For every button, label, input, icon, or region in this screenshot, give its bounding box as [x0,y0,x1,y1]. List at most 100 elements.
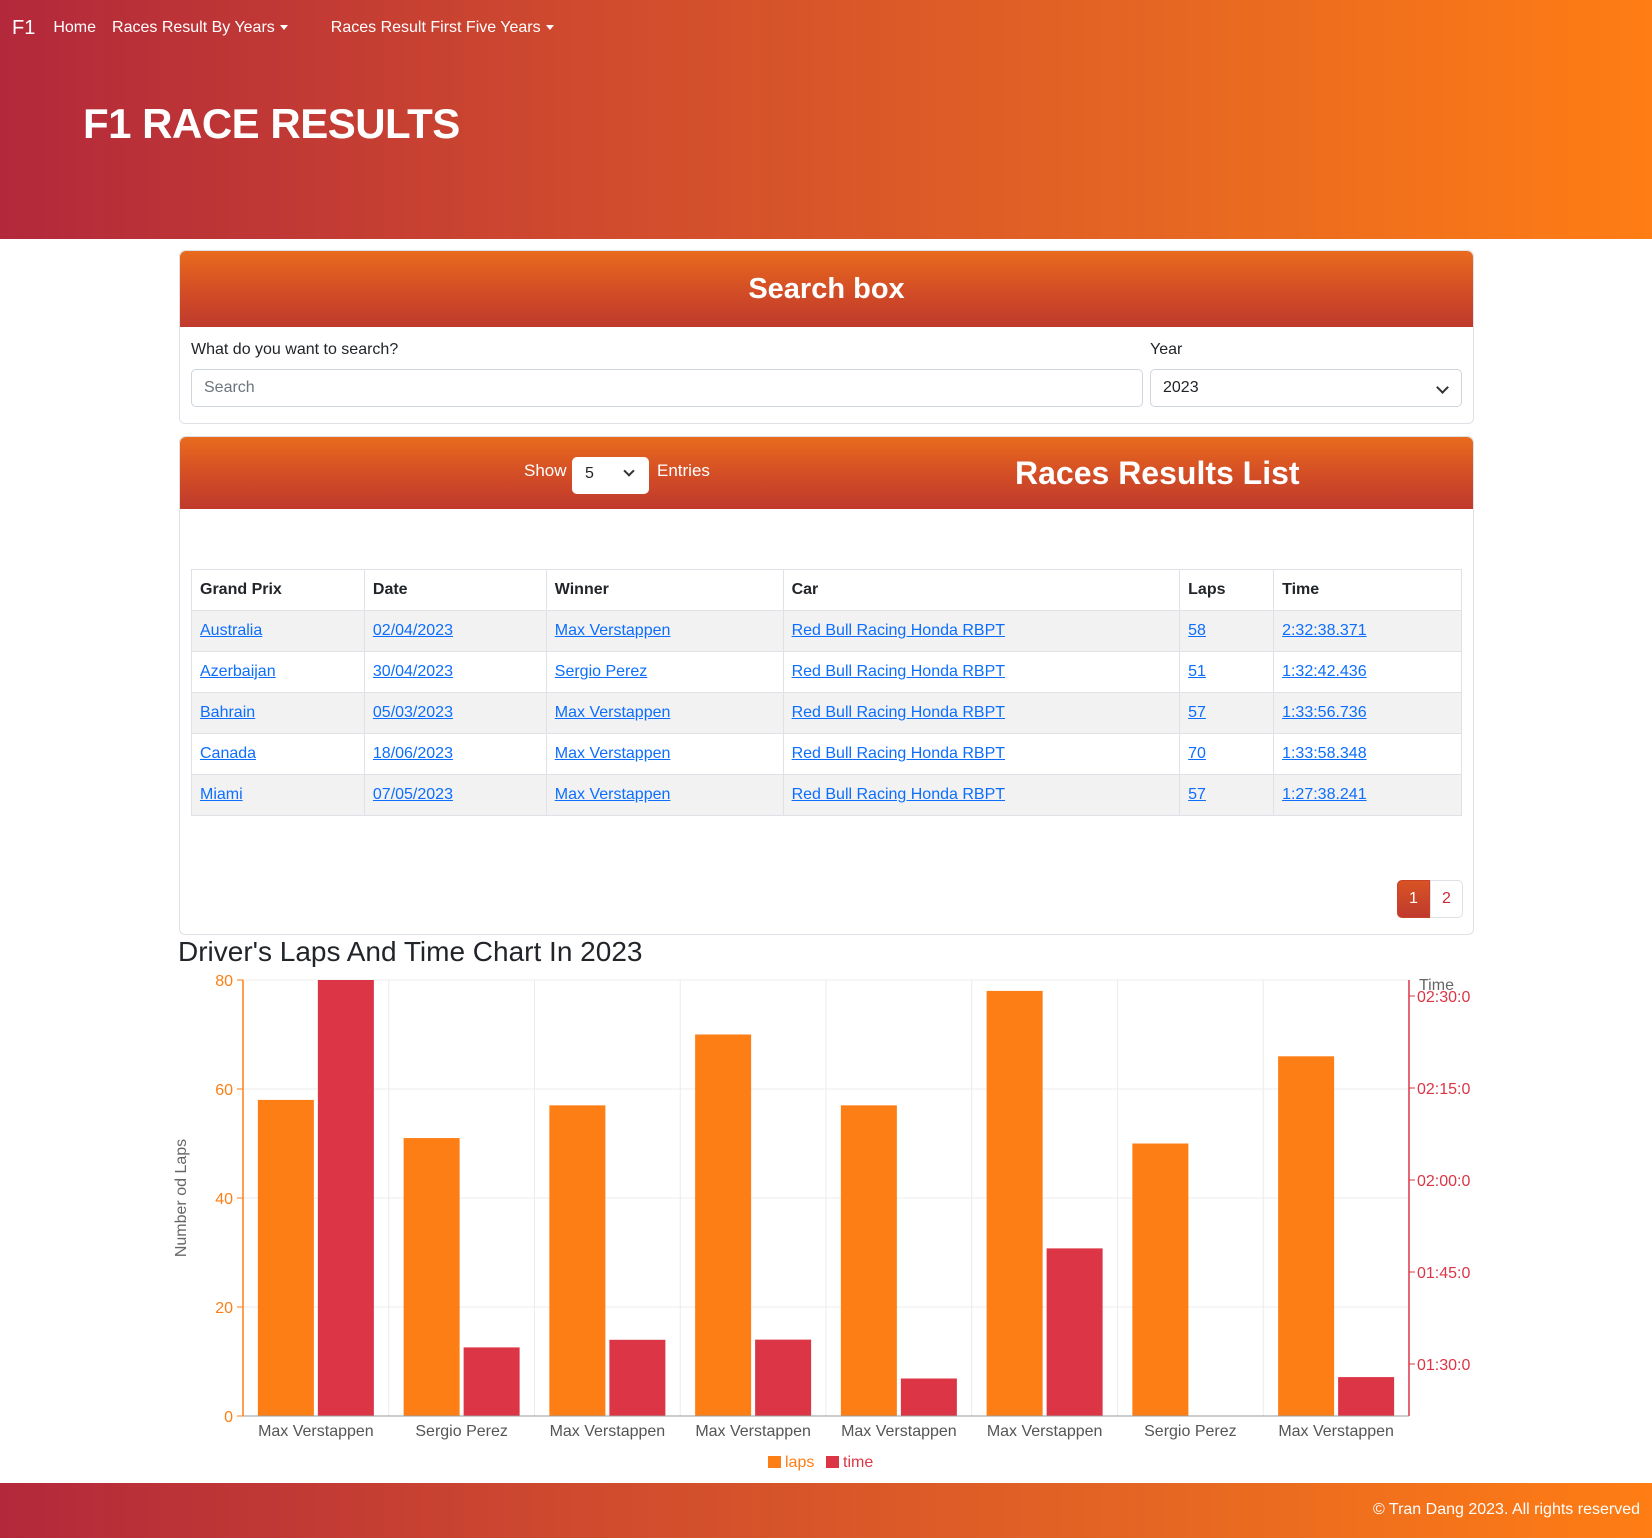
y-tick-label: 20 [215,1300,233,1317]
bar-laps [549,1105,606,1416]
laps-link[interactable]: 70 [1188,745,1206,762]
nav-home[interactable]: Home [53,19,96,37]
table-row: Miami 07/05/2023 Max Verstappen Red Bull… [191,774,1462,816]
x-tick-label: Max Verstappen [987,1423,1103,1440]
car-link[interactable]: Red Bull Racing Honda RBPT [792,786,1005,803]
hero-banner: F1 Home Races Result By Years Races Resu… [0,0,1652,239]
search-input[interactable]: Search [191,369,1143,407]
laps-link[interactable]: 58 [1188,622,1206,639]
table-row: Australia 02/04/2023 Max Verstappen Red … [191,610,1462,652]
car-link[interactable]: Red Bull Racing Honda RBPT [792,745,1005,762]
y2-tick-label: 02:00:0 [1417,1173,1470,1190]
top-navbar: F1 Home Races Result By Years Races Resu… [12,16,570,40]
y2-tick-label: 01:45:0 [1417,1265,1470,1282]
column-header: Car [782,569,1181,611]
y-tick-label: 40 [215,1191,233,1208]
column-header: Date [363,569,547,611]
winner-link[interactable]: Sergio Perez [555,663,648,680]
entries-label: Entries [657,461,710,480]
results-title: Races Results List [1015,455,1300,491]
bar-laps [1132,1143,1189,1416]
results-card: Show 5 Entries Races Results List Grand … [179,436,1474,935]
grand-prix-link[interactable]: Bahrain [200,704,255,721]
y2-tick-label: 02:15:0 [1417,1081,1470,1098]
y-tick-label: 0 [224,1409,233,1426]
laps-link[interactable]: 51 [1188,663,1206,680]
chevron-down-icon [545,25,554,31]
page-title: F1 RACE RESULTS [83,100,460,147]
bar-laps [1278,1056,1335,1416]
time-link[interactable]: 1:27:38.241 [1282,786,1367,803]
date-link[interactable]: 30/04/2023 [373,663,453,680]
x-tick-label: Max Verstappen [258,1423,374,1440]
date-link[interactable]: 05/03/2023 [373,704,453,721]
footer: © Tran Dang 2023. All rights reserved [0,1483,1652,1538]
car-link[interactable]: Red Bull Racing Honda RBPT [792,622,1005,639]
legend-swatch-time [826,1456,839,1468]
bar-time [1338,1377,1395,1416]
chart-title: Driver's Laps And Time Chart In 2023 [178,936,643,967]
y-axis-title: Number od Laps [173,1139,190,1257]
time-link[interactable]: 2:32:38.371 [1282,622,1367,639]
car-link[interactable]: Red Bull Racing Honda RBPT [792,663,1005,680]
grand-prix-link[interactable]: Australia [200,622,262,639]
nav-races-by-years[interactable]: Races Result By Years [112,19,288,37]
chevron-down-icon [279,25,288,31]
bar-laps [403,1138,460,1416]
entries-select[interactable]: 5 [572,457,649,494]
bar-time [463,1347,520,1416]
pagination: 1 2 [1397,880,1463,918]
x-tick-label: Max Verstappen [550,1423,666,1440]
bar-time [755,1339,812,1416]
nav-races-first-five-label: Races Result First Five Years [330,19,541,36]
year-select[interactable]: 2023 [1150,369,1462,407]
bar-laps [840,1105,897,1416]
bar-laps [695,1034,752,1416]
results-card-header: Show 5 Entries Races Results List [180,437,1473,509]
laps-link[interactable]: 57 [1188,786,1206,803]
car-link[interactable]: Red Bull Racing Honda RBPT [792,704,1005,721]
year-select-value: 2023 [1163,379,1199,396]
winner-link[interactable]: Max Verstappen [555,704,671,721]
results-table: Grand Prix Date Winner Car Laps Time Aus… [191,569,1462,816]
nav-races-first-five-years[interactable]: Races Result First Five Years [331,19,554,37]
table-header-row: Grand Prix Date Winner Car Laps Time [191,569,1462,611]
winner-link[interactable]: Max Verstappen [555,622,671,639]
page-button-1[interactable]: 1 [1397,880,1430,918]
legend-swatch-laps [768,1456,781,1468]
time-link[interactable]: 1:32:42.436 [1282,663,1367,680]
entries-select-value: 5 [585,465,594,482]
grand-prix-link[interactable]: Canada [200,745,256,762]
time-link[interactable]: 1:33:58.348 [1282,745,1367,762]
laps-time-chart: Max Verstappen Sergio Perez Max Verstappen… [173,973,1470,1471]
chevron-down-icon [623,465,635,477]
winner-link[interactable]: Max Verstappen [555,745,671,762]
grand-prix-link[interactable]: Azerbaijan [200,663,276,680]
table-row: Azerbaijan 30/04/2023 Sergio Perez Red B… [191,651,1462,693]
column-header: Grand Prix [191,569,365,611]
column-header: Time [1273,569,1462,611]
time-link[interactable]: 1:33:56.736 [1282,704,1367,721]
x-tick-label: Sergio Perez [415,1423,508,1440]
grand-prix-link[interactable]: Miami [200,786,243,803]
y2-tick-label: 01:30:0 [1417,1357,1470,1374]
search-placeholder: Search [204,379,255,396]
y-tick-label: 60 [215,1082,233,1099]
nav-races-by-years-label: Races Result By Years [112,19,275,36]
laps-link[interactable]: 57 [1188,704,1206,721]
x-tick-label: Sergio Perez [1144,1423,1237,1440]
bar-time [317,980,374,1416]
date-link[interactable]: 07/05/2023 [373,786,453,803]
column-header: Laps [1179,569,1275,611]
winner-link[interactable]: Max Verstappen [555,786,671,803]
x-tick-label: Max Verstappen [1278,1423,1394,1440]
date-link[interactable]: 18/06/2023 [373,745,453,762]
date-link[interactable]: 02/04/2023 [373,622,453,639]
x-tick-label: Max Verstappen [695,1423,811,1440]
brand-logo[interactable]: F1 [12,17,35,40]
search-card-header: Search box [180,251,1473,327]
search-label: What do you want to search? [191,341,399,358]
chevron-down-icon [1436,381,1449,394]
page-button-2[interactable]: 2 [1430,880,1463,918]
bar-laps [257,1099,314,1416]
